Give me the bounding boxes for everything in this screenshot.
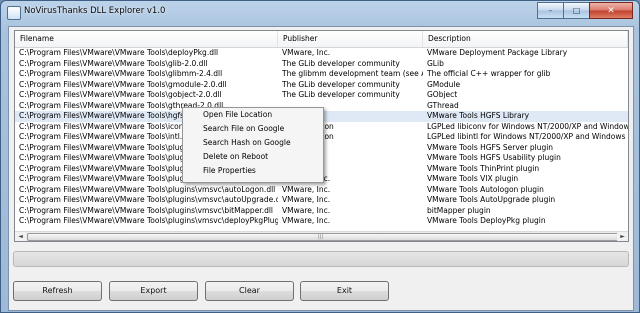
cell-filename: C:\Program Files\VMware\VMware Tools\dep… xyxy=(19,48,219,57)
cell-filename: C:\Program Files\VMware\VMware Tools\plu… xyxy=(19,205,274,215)
horizontal-scrollbar[interactable]: ◄ ||| ► xyxy=(15,231,628,241)
cell-publisher: VMware, Inc. xyxy=(282,195,331,204)
cell-description: LGPLed libiconv for Windows NT/2000/XP a… xyxy=(427,121,628,131)
column-publisher[interactable]: Publisher xyxy=(278,31,423,47)
cell-description: VMware Tools HGFS Server plugin xyxy=(427,142,554,152)
menu-open-file-location[interactable]: Open File Location xyxy=(183,108,323,122)
cell-filename: C:\Program Files\VMware\VMware Tools\plu… xyxy=(19,184,276,194)
cell-description: GModule xyxy=(427,79,461,89)
cell-filename: C:\Program Files\VMware\VMware Tools\gli… xyxy=(19,69,223,78)
title-bar[interactable]: NoVirusThanks DLL Explorer v1.0 – □ ✕ xyxy=(1,1,639,25)
table-row[interactable]: C:\Program Files\VMware\VMware Tools\plu… xyxy=(15,206,628,217)
cell-description: VMware Tools Autologon plugin xyxy=(427,184,544,194)
list-header: Filename Publisher Description xyxy=(15,31,628,48)
menu-file-properties[interactable]: File Properties xyxy=(183,164,323,178)
cell-filename: C:\Program Files\VMware\VMware Tools\gmo… xyxy=(19,79,227,89)
cell-description: VMware Tools AutoUpgrade plugin xyxy=(427,195,556,204)
cell-publisher: The GLib developer community xyxy=(282,79,400,89)
table-row[interactable]: C:\Program Files\VMware\VMware Tools\plu… xyxy=(15,195,628,206)
cell-description: The official C++ wrapper for glib xyxy=(427,69,551,78)
maximize-button[interactable]: □ xyxy=(563,2,590,19)
table-row[interactable]: C:\Program Files\VMware\VMware Tools\gmo… xyxy=(15,80,628,91)
menu-search-file-google[interactable]: Search File on Google xyxy=(183,122,323,136)
table-row[interactable]: C:\Program Files\VMware\VMware Tools\gli… xyxy=(15,69,628,80)
cell-description: VMware Tools DeployPkg plugin xyxy=(427,216,546,225)
table-row[interactable]: C:\Program Files\VMware\VMware Tools\plu… xyxy=(15,216,628,227)
column-filename[interactable]: Filename xyxy=(15,31,278,47)
cell-publisher: VMware, Inc. xyxy=(282,48,331,57)
cell-description: GObject xyxy=(427,90,458,99)
cell-description: bitMapper plugin xyxy=(427,205,491,215)
cell-description: VMware Tools HGFS Usability plugin xyxy=(427,153,561,162)
cell-description: VMware Tools ThinPrint plugin xyxy=(427,163,540,173)
scroll-thumb[interactable]: ||| xyxy=(27,233,619,241)
window-controls: – □ ✕ xyxy=(537,2,633,19)
grip-icon: ||| xyxy=(318,234,324,240)
exit-button[interactable]: Exit xyxy=(300,281,389,301)
export-button[interactable]: Export xyxy=(109,281,198,301)
cell-description: VMware Deployment Package Library xyxy=(427,48,568,57)
context-menu: Open File Location Search File on Google… xyxy=(182,107,324,183)
cell-filename: C:\Program Files\VMware\VMware Tools\plu… xyxy=(19,195,278,204)
cell-filename: C:\Program Files\VMware\VMware Tools\plu… xyxy=(19,216,278,225)
cell-description: LGPLed libintl for Windows NT/2000/XP an… xyxy=(427,132,628,141)
table-row[interactable]: C:\Program Files\VMware\VMware Tools\gli… xyxy=(15,59,628,70)
menu-search-hash-google[interactable]: Search Hash on Google xyxy=(183,136,323,150)
cell-filename: C:\Program Files\VMware\VMware Tools\gob… xyxy=(19,90,222,99)
refresh-button[interactable]: Refresh xyxy=(13,281,102,301)
table-row[interactable]: C:\Program Files\VMware\VMware Tools\dep… xyxy=(15,48,628,59)
cell-publisher: VMware, Inc. xyxy=(282,216,331,225)
scroll-left-icon[interactable]: ◄ xyxy=(15,232,26,241)
cell-publisher: The glibmm development team (see AUT... xyxy=(282,69,423,78)
cell-publisher: VMware, Inc. xyxy=(282,184,331,194)
cell-publisher: The GLib developer community xyxy=(282,58,400,68)
cell-description: GLib xyxy=(427,58,444,68)
progress-bar xyxy=(13,251,629,267)
scroll-right-icon[interactable]: ► xyxy=(617,232,628,241)
cell-description: VMware Tools HGFS Library xyxy=(427,111,530,120)
menu-delete-on-reboot[interactable]: Delete on Reboot xyxy=(183,150,323,164)
cell-publisher: VMware, Inc. xyxy=(282,205,331,215)
cell-description: VMware Tools VIX plugin xyxy=(427,174,519,183)
cell-filename: C:\Program Files\VMware\VMware Tools\gli… xyxy=(19,58,208,68)
cell-publisher: The GLib developer community xyxy=(282,90,400,99)
cell-description: GThread xyxy=(427,100,459,110)
table-row[interactable]: C:\Program Files\VMware\VMware Tools\plu… xyxy=(15,185,628,196)
app-icon xyxy=(7,6,21,20)
close-button[interactable]: ✕ xyxy=(589,2,633,19)
column-description[interactable]: Description xyxy=(423,31,628,47)
minimize-button[interactable]: – xyxy=(537,2,564,19)
table-row[interactable]: C:\Program Files\VMware\VMware Tools\gob… xyxy=(15,90,628,101)
clear-button[interactable]: Clear xyxy=(205,281,294,301)
main-window: NoVirusThanks DLL Explorer v1.0 – □ ✕ Fi… xyxy=(0,0,640,313)
window-title: NoVirusThanks DLL Explorer v1.0 xyxy=(24,6,166,16)
